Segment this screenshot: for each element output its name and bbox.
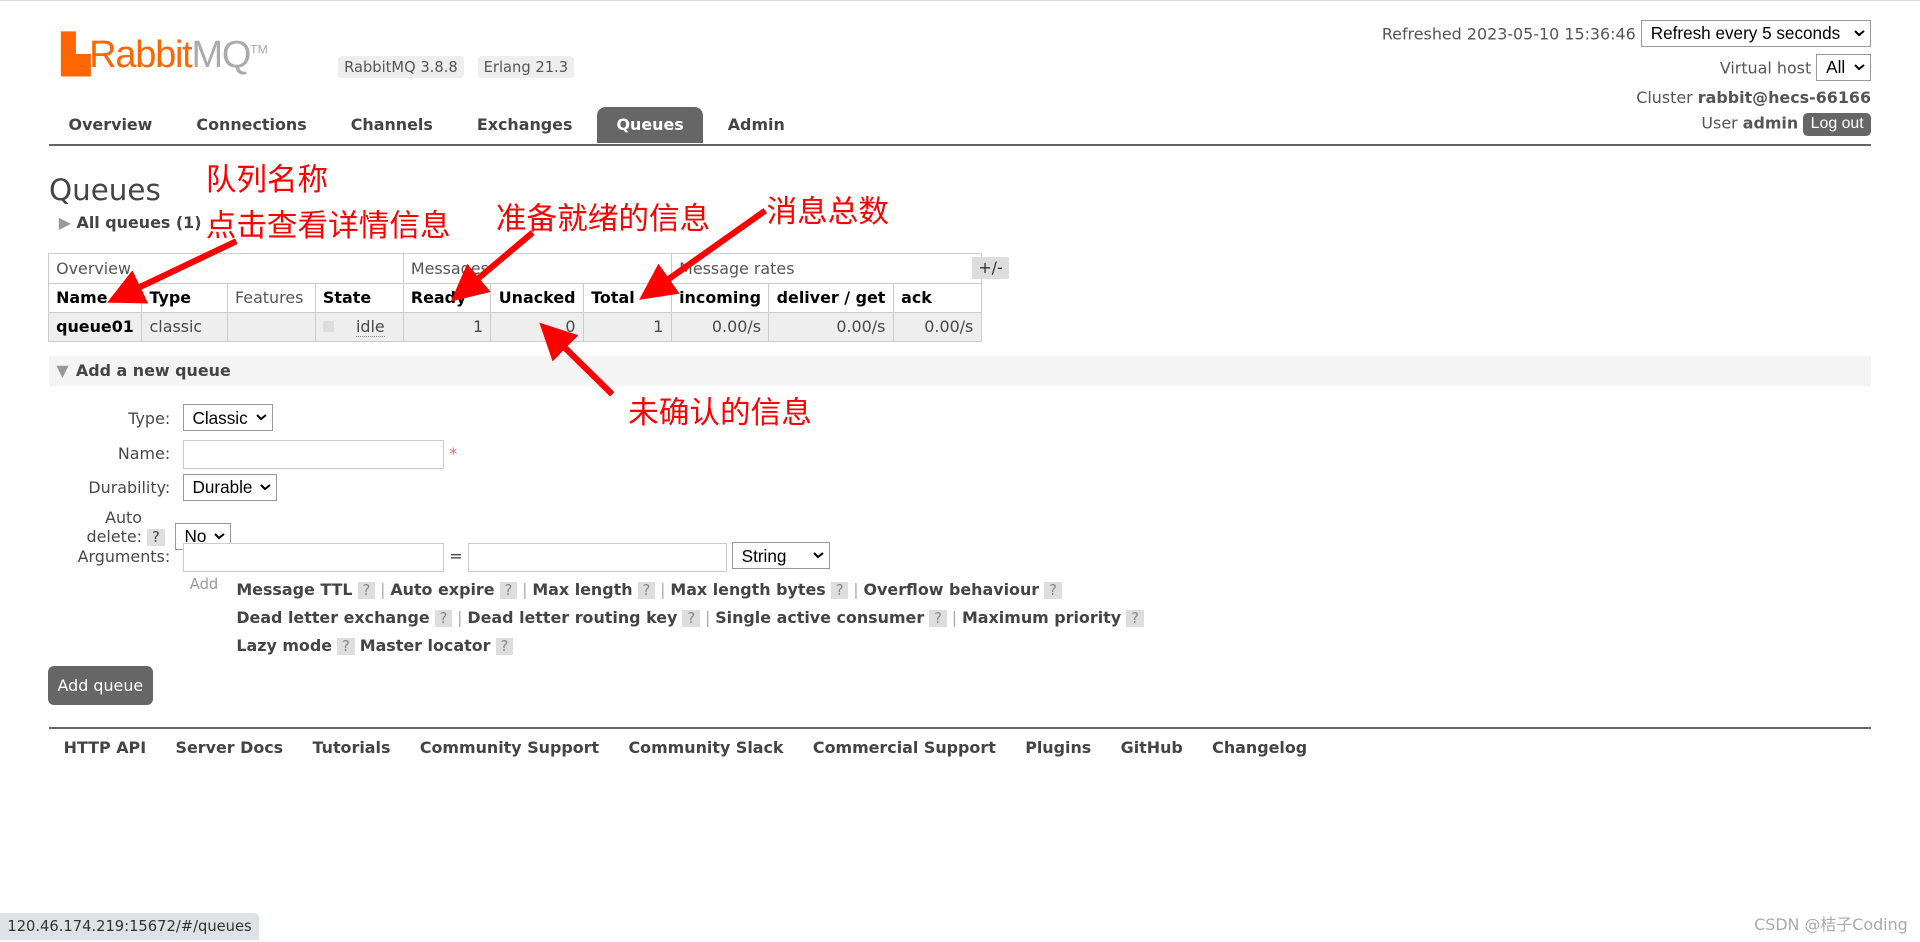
arrow-to-total [639, 208, 768, 300]
arrow-to-unacked [539, 322, 615, 397]
watermark: CSDN @桔子Coding [1754, 915, 1908, 935]
arrow-to-name [107, 238, 238, 304]
arrow-to-ready [450, 230, 535, 302]
annotation-arrows [107, 208, 768, 397]
status-bar-url: 120.46.174.219:15672/#/queues [0, 913, 260, 941]
